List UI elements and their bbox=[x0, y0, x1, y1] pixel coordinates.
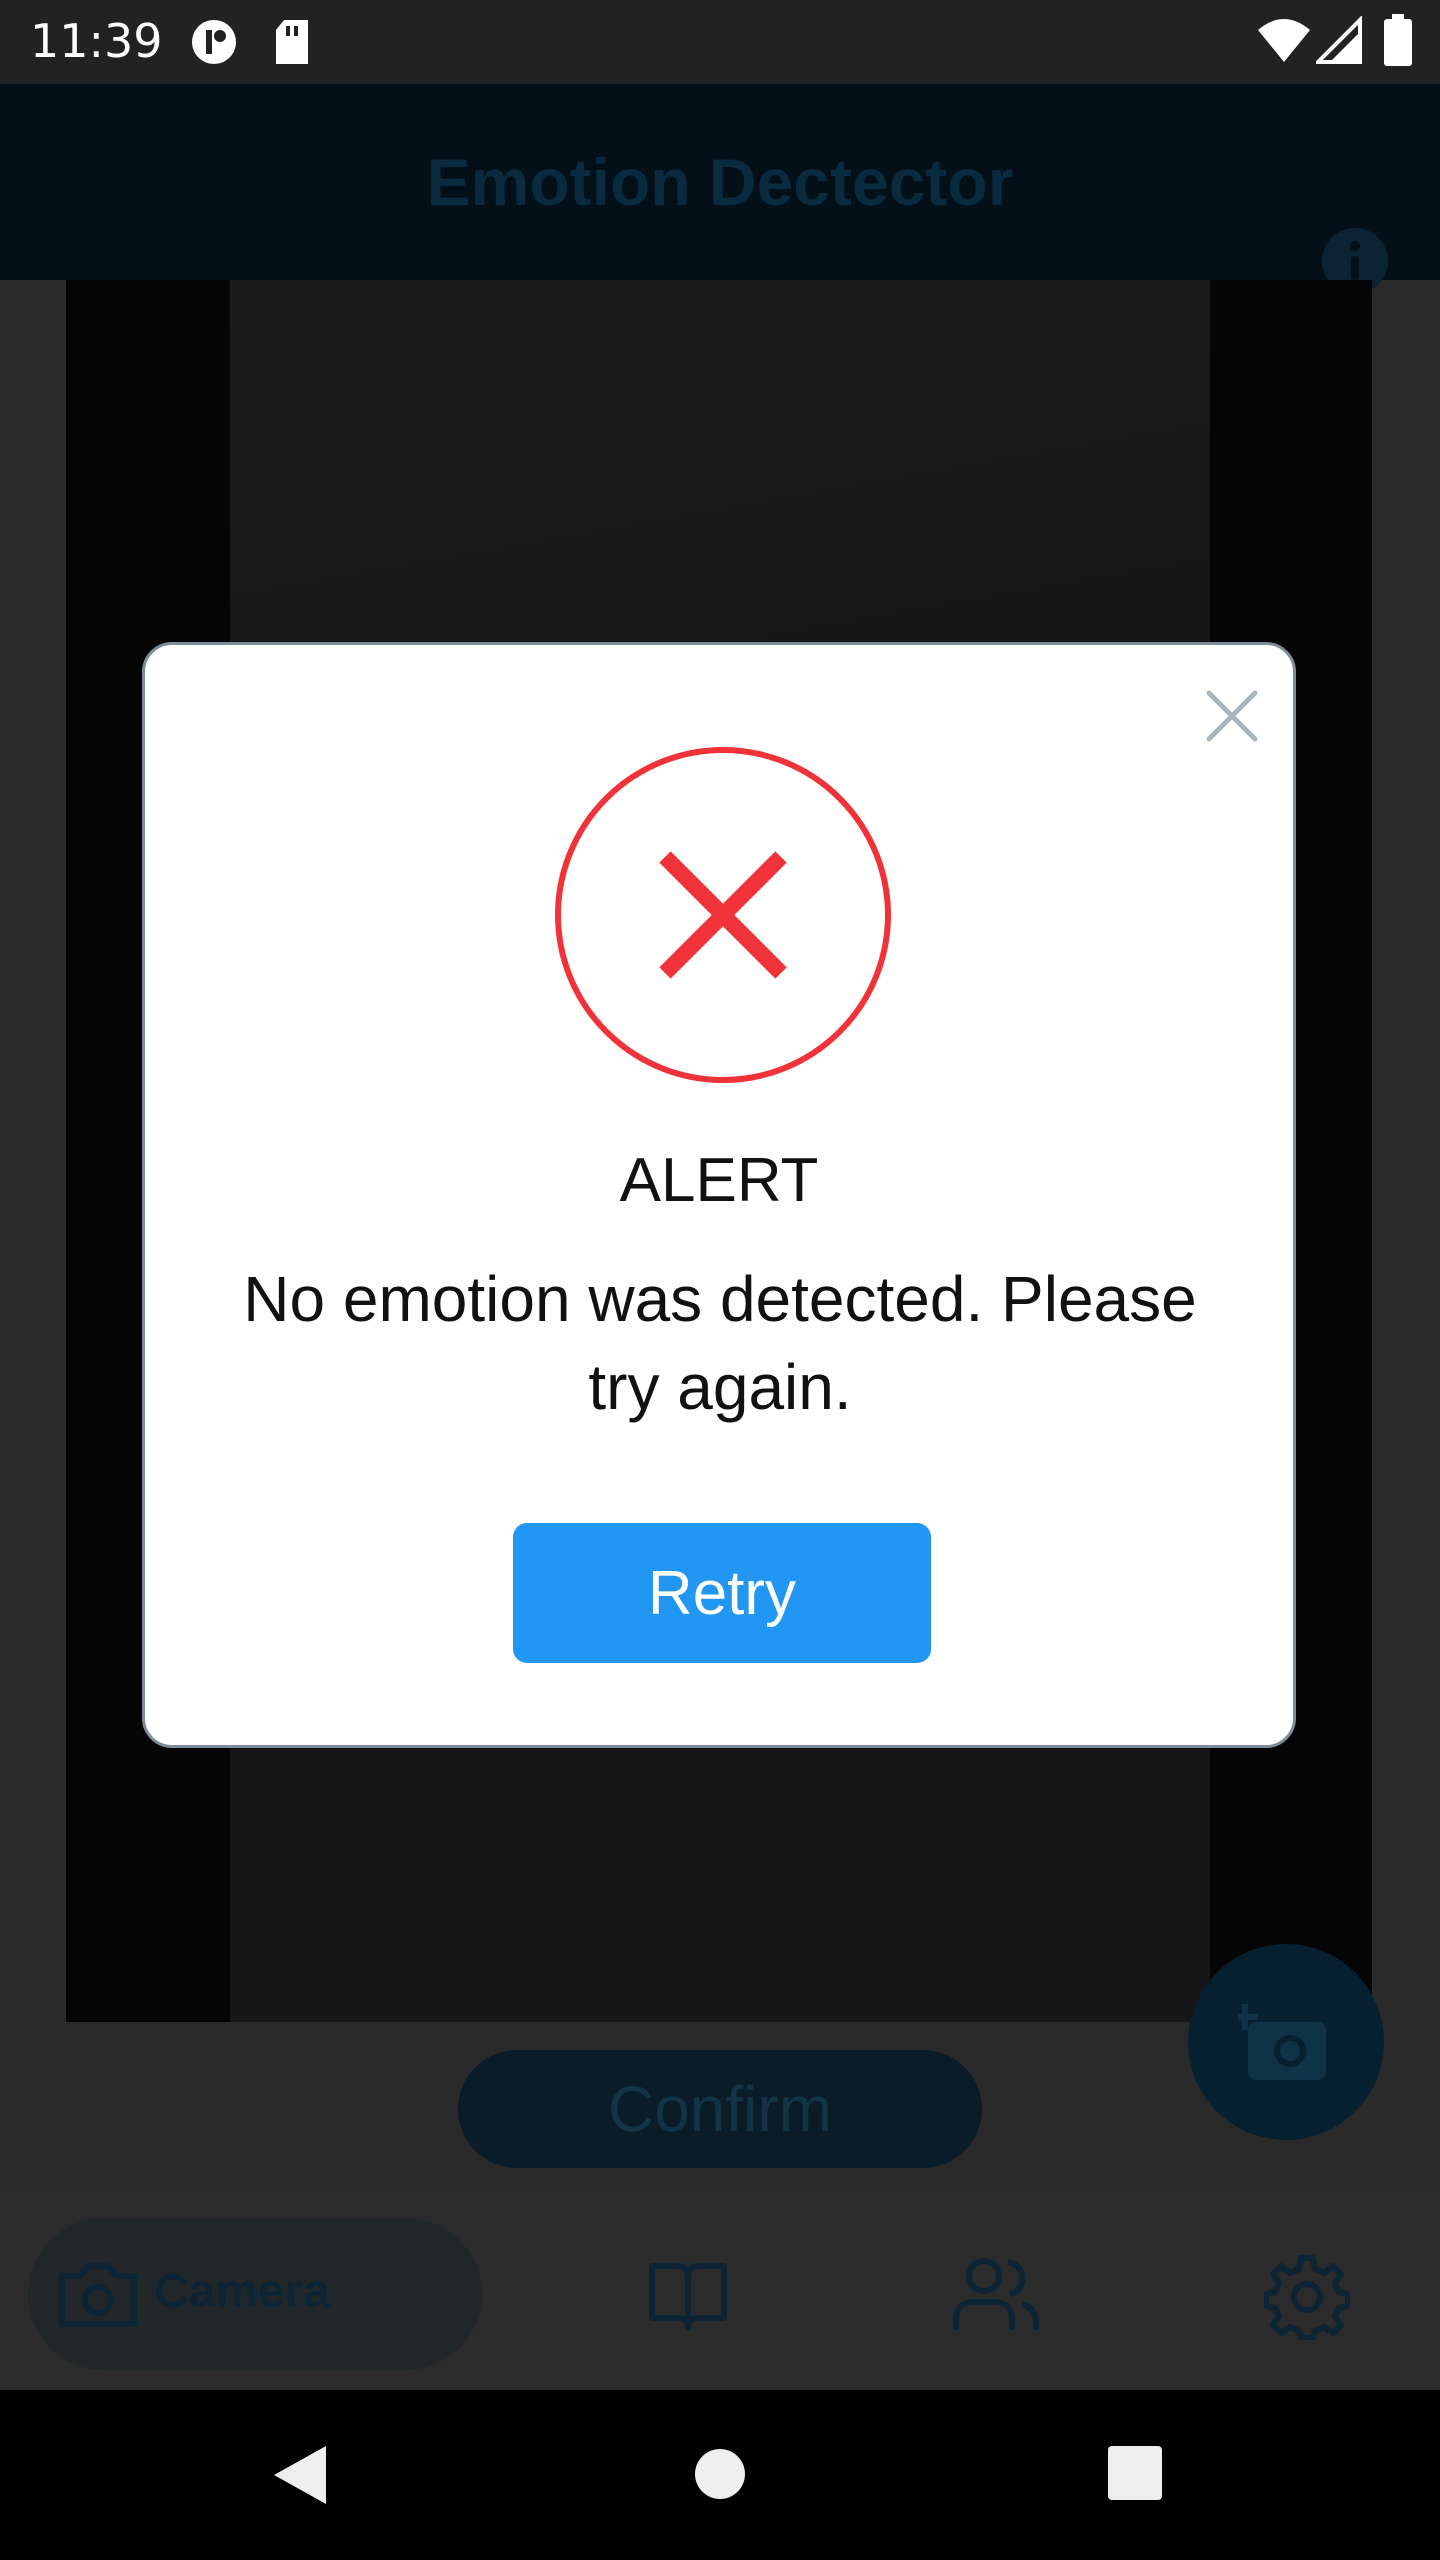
back-icon[interactable] bbox=[272, 2444, 328, 2506]
app-title: Emotion Dectector bbox=[426, 145, 1014, 219]
sd-card-icon bbox=[276, 20, 308, 64]
status-bar: 11:39 bbox=[0, 0, 1440, 84]
app-bar: Emotion Dectector bbox=[0, 84, 1440, 294]
dialog-message: No emotion was detected. Please try agai… bbox=[243, 1263, 1197, 1423]
home-icon[interactable] bbox=[694, 2448, 746, 2500]
battery-icon bbox=[1384, 14, 1412, 66]
capture-fab[interactable] bbox=[1188, 1944, 1384, 2140]
users-icon[interactable] bbox=[952, 2256, 1040, 2334]
error-x-icon bbox=[555, 747, 891, 1083]
add-photo-icon bbox=[1238, 2004, 1326, 2080]
recents-icon[interactable] bbox=[1108, 2446, 1162, 2500]
close-icon[interactable] bbox=[1205, 689, 1259, 743]
app-notification-icon bbox=[192, 20, 236, 64]
signal-icon bbox=[1316, 16, 1362, 64]
alert-dialog: ALERT No emotion was detected. Please tr… bbox=[142, 642, 1296, 1748]
book-icon[interactable] bbox=[648, 2260, 728, 2332]
nav-item-camera-label: Camera bbox=[154, 2265, 331, 2318]
nav-item-camera[interactable]: Camera bbox=[28, 2218, 482, 2370]
status-time: 11:39 bbox=[30, 14, 163, 68]
retry-button[interactable]: Retry bbox=[513, 1523, 931, 1663]
camera-icon bbox=[59, 2263, 137, 2327]
gear-icon[interactable] bbox=[1264, 2254, 1350, 2340]
system-navigation-bar bbox=[0, 2390, 1440, 2560]
wifi-icon bbox=[1258, 19, 1310, 62]
bottom-navigation: Camera bbox=[0, 2194, 1440, 2390]
confirm-button[interactable]: Confirm bbox=[458, 2050, 982, 2168]
dialog-title: ALERT bbox=[619, 1146, 819, 1215]
